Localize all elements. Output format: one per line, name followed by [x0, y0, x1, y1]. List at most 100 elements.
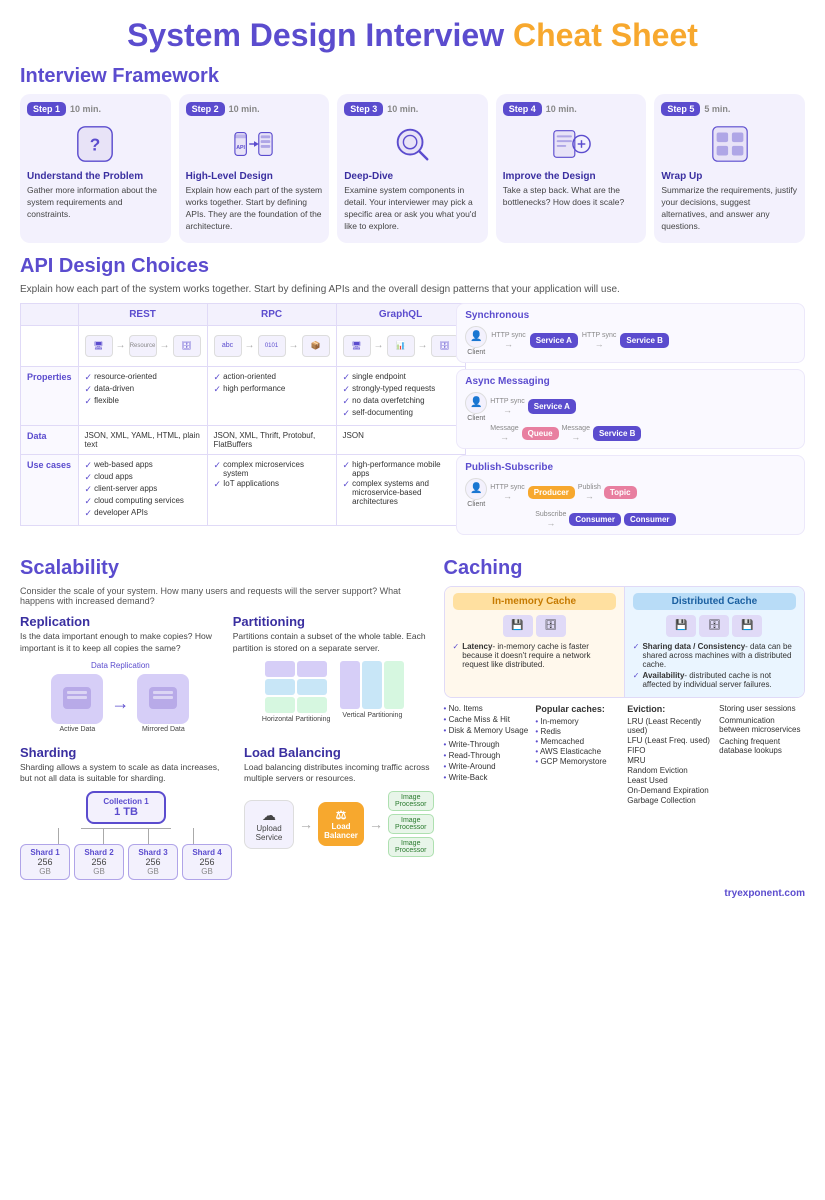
pubsub-publish-label: Publish	[578, 484, 601, 491]
title-part1: System Design Interview	[127, 17, 513, 53]
dist-icons: 💾 🗄 💾	[633, 615, 796, 637]
lb-arrow-1: →	[299, 816, 313, 832]
shard-3-size: 256	[134, 857, 172, 867]
pubsub-topic: Topic	[604, 486, 637, 499]
cache-details-row: • No. Items • Cache Miss & Hit • Disk & …	[444, 704, 805, 806]
api-col-rest: REST	[78, 303, 207, 325]
check-icon: ✓	[343, 372, 351, 383]
graphql-arrow-icon: →	[374, 340, 384, 351]
title-part2: Cheat Sheet	[513, 17, 698, 53]
cache-use-2: Communication between microservices	[719, 716, 805, 734]
api-props-label: Properties	[21, 366, 79, 425]
check-icon: ✓	[85, 384, 93, 395]
check-icon: ✓	[85, 396, 93, 407]
cache-read-through: • Read-Through	[444, 751, 530, 760]
inmem-latency: ✓ Latency- in-memory cache is faster bec…	[453, 642, 616, 669]
check-icon: ✓	[214, 372, 222, 383]
sync-arrow-2: →	[595, 339, 604, 349]
api-use-label: Use cases	[21, 454, 79, 525]
shard-2-box: Shard 2 256 GB	[74, 844, 124, 880]
sync-serviceA: Service A	[530, 333, 578, 348]
rest-prop-2: data-driven	[94, 384, 134, 393]
evict-2: LFU (Least Freq. used)	[627, 736, 713, 745]
rest-prop-3: flexible	[94, 396, 119, 405]
gql-prop-3: no data overfetching	[352, 396, 425, 405]
shard-4-unit: GB	[188, 867, 226, 876]
pubsub-client-icon: 👤	[465, 478, 487, 500]
caching-panel: Caching In-memory Cache 💾 🗄 ✓ Latency- i…	[444, 545, 805, 881]
rest-use-1: web-based apps	[94, 460, 153, 469]
cache-no-items: • No. Items	[444, 704, 530, 713]
async-section: Async Messaging 👤 Client HTTP sync → Ser…	[456, 369, 805, 449]
step-1-desc: Gather more information about the system…	[27, 185, 164, 221]
dist-icon-3: 💾	[732, 615, 762, 637]
pop-2: • Redis	[535, 727, 621, 736]
async-arrow-1: →	[503, 405, 512, 415]
api-use-rest: ✓web-based apps ✓cloud apps ✓client-serv…	[78, 454, 207, 525]
pop-3: • Memcached	[535, 737, 621, 746]
sharding-block: Sharding Sharding allows a system to sca…	[20, 745, 232, 881]
check-icon: ✓	[85, 472, 93, 483]
rep-arrow-icon: →	[111, 693, 129, 714]
sync-client-icon: 👤	[465, 326, 487, 348]
rest-use-3: client-server apps	[94, 484, 157, 493]
dist-avail-label: Availability	[642, 671, 684, 680]
lb-proc-1: Image Processor	[388, 791, 434, 811]
api-icons-graphql: 🖥 → 📊 → 🗄	[336, 325, 465, 366]
sync-section: Synchronous 👤 Client HTTP sync → Service…	[456, 303, 805, 363]
evict-4: MRU	[627, 756, 713, 765]
cache-use-3: Caching frequent database lookups	[719, 737, 805, 755]
step-1-badge: Step 1	[27, 102, 66, 116]
sharding-desc: Sharding allows a system to scale as dat…	[20, 762, 232, 786]
lb-balancer-box: ⚖ Load Balancer	[318, 802, 364, 846]
graphql-icon1: 🖥	[343, 335, 371, 357]
async-message-label2: Message	[562, 425, 590, 432]
step-5-time: 5 min.	[704, 104, 730, 114]
cache-write-through: • Write-Through	[444, 740, 530, 749]
check-icon: ✓	[633, 671, 640, 680]
api-col-graphql: GraphQL	[336, 303, 465, 325]
api-right-panel: Synchronous 👤 Client HTTP sync → Service…	[456, 303, 805, 535]
evict-6: Least Used	[627, 776, 713, 785]
step-3-desc: Examine system components in detail. You…	[344, 185, 481, 233]
step-2-card: Step 2 10 min. API High-Level Design Exp…	[179, 94, 330, 243]
rpc-arrow2-icon: →	[289, 340, 299, 351]
partitioning-title: Partitioning	[233, 614, 434, 629]
dist-col: Distributed Cache 💾 🗄 💾 ✓ Sharing data /…	[625, 587, 804, 697]
replication-desc: Is the data important enough to make cop…	[20, 631, 221, 655]
api-subtitle: Explain how each part of the system work…	[20, 284, 805, 295]
check-icon: ✓	[85, 508, 93, 519]
shard-1-box: Shard 1 256 GB	[20, 844, 70, 880]
rest-use-4: cloud computing services	[94, 496, 184, 505]
async-serviceA: Service A	[528, 399, 576, 414]
dist-title: Distributed Cache	[633, 593, 796, 610]
rest-db-icon: 🗄	[173, 335, 201, 357]
shard-2-size: 256	[80, 857, 118, 867]
step-2-icon: API	[186, 122, 323, 166]
api-icons-empty	[21, 325, 79, 366]
evict-7: On-Demand Expiration	[627, 786, 713, 795]
rest-prop-1: resource-oriented	[94, 372, 157, 381]
async-client: 👤 Client	[465, 392, 487, 422]
api-col-rpc: RPC	[207, 303, 336, 325]
inmem-col: In-memory Cache 💾 🗄 ✓ Latency- in-memory…	[445, 587, 624, 697]
async-serviceB: Service B	[593, 426, 641, 441]
scalability-panel: Scalability Consider the scale of your s…	[20, 545, 434, 881]
horiz-part-label: Horizontal Partitioning	[262, 716, 330, 723]
async-client-icon: 👤	[465, 392, 487, 414]
vert-part-3	[384, 661, 404, 709]
step-1-title: Understand the Problem	[27, 171, 164, 182]
sync-title: Synchronous	[465, 310, 796, 321]
step-4-card: Step 4 10 min. Improve the Design Take a…	[496, 94, 647, 243]
check-icon: ✓	[343, 384, 351, 395]
rpc-prop-2: high performance	[223, 384, 285, 393]
horiz-part-2	[297, 661, 327, 677]
pubsub-subscribe-label1: Subscribe	[535, 511, 566, 518]
sync-label-2: HTTP sync	[582, 332, 617, 339]
shard-3-box: Shard 3 256 GB	[128, 844, 178, 880]
shard-4-name: Shard 4	[188, 848, 226, 857]
api-section: API Design Choices Explain how each part…	[20, 255, 805, 535]
check-icon: ✓	[343, 460, 351, 471]
step-2-desc: Explain how each part of the system work…	[186, 185, 323, 233]
check-icon: ✓	[214, 384, 222, 395]
